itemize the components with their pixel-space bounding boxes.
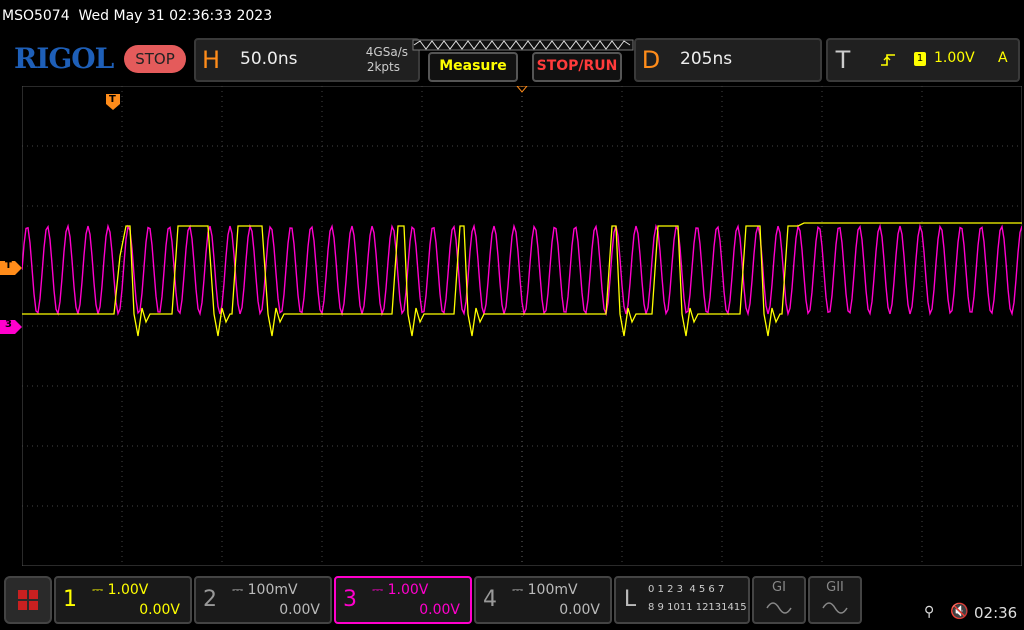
date-time: Wed May 31 02:36:33 2023 <box>78 8 273 24</box>
logic-letter: L <box>623 587 637 612</box>
grid-and-traces <box>21 85 1023 567</box>
trigger-level: 1.00V <box>934 50 975 66</box>
trigger-level-marker[interactable]: T <box>0 260 22 275</box>
model-name: MSO5074 <box>2 8 70 24</box>
channel-2-box[interactable]: 2 ⎓ 100mV 0.00V <box>194 576 332 624</box>
trigger-panel[interactable]: T 1 1.00V A <box>826 38 1020 82</box>
speaker-muted-icon[interactable]: 🔇 <box>950 602 969 620</box>
menu-grid-icon <box>18 590 38 610</box>
delay-letter: D <box>641 46 661 74</box>
channel-3-offset: 0.00V <box>419 602 460 618</box>
channel-3-number: 3 <box>343 587 357 612</box>
channel-4-scale: ⎓ 100mV <box>512 582 578 598</box>
waveform-overview <box>412 36 634 51</box>
trigger-channel-badge: 1 <box>914 52 926 66</box>
generator-1-button[interactable]: GI <box>752 576 806 624</box>
channel-1-offset: 0.00V <box>139 602 180 618</box>
generator-2-button[interactable]: GII <box>808 576 862 624</box>
trigger-letter: T <box>835 46 851 74</box>
horizontal-letter: H <box>201 46 221 74</box>
trigger-time-marker: T <box>106 94 120 110</box>
delay-panel[interactable]: D 205ns <box>634 38 822 82</box>
channel-4-number: 4 <box>483 587 497 612</box>
rising-edge-icon <box>881 54 895 66</box>
generator-2-label: GII <box>826 580 844 595</box>
channel-4-box[interactable]: 4 ⎓ 100mV 0.00V <box>474 576 612 624</box>
memory-depth: 2kpts <box>366 60 400 74</box>
logic-row-1: 0 1 2 3 4 5 6 7 <box>648 584 725 595</box>
sine-wave-icon <box>766 602 792 614</box>
channel-2-number: 2 <box>203 587 217 612</box>
waveform-display[interactable] <box>21 85 1023 567</box>
logic-channels-box[interactable]: L 0 1 2 3 4 5 6 7 8 9 1011 12131415 <box>614 576 750 624</box>
trigger-mode: A <box>998 50 1008 66</box>
clock-time: 02:36 <box>974 604 1018 622</box>
ch3-offset-marker[interactable]: 3 <box>0 319 22 334</box>
logic-row-2: 8 9 1011 12131415 <box>648 602 747 613</box>
channel-3-box[interactable]: 3 ⎓ 1.00V 0.00V <box>334 576 472 624</box>
top-bar: RIGOL STOP H 50.0ns 4GSa/s 2kpts Measure… <box>0 34 1024 84</box>
horizontal-panel[interactable]: H 50.0ns 4GSa/s 2kpts <box>194 38 420 82</box>
channel-3-scale: ⎓ 1.00V <box>372 582 429 598</box>
channel-2-scale: ⎓ 100mV <box>232 582 298 598</box>
delay-value: 205ns <box>680 49 733 69</box>
sine-wave-icon <box>822 602 848 614</box>
channel-1-box[interactable]: 1 ⎓ 1.00V 0.00V <box>54 576 192 624</box>
channel-1-number: 1 <box>63 587 77 612</box>
title-bar: MSO5074 Wed May 31 02:36:33 2023 <box>0 0 1024 32</box>
overview-strip <box>412 39 634 51</box>
channel-2-offset: 0.00V <box>279 602 320 618</box>
usb-icon: ⚲ <box>924 604 935 620</box>
measure-button[interactable]: Measure <box>428 52 518 82</box>
channel-4-offset: 0.00V <box>559 602 600 618</box>
sample-rate: 4GSa/s <box>365 45 408 59</box>
stop-run-button[interactable]: STOP/RUN <box>532 52 622 82</box>
generator-1-label: GI <box>772 580 786 595</box>
run-state-badge[interactable]: STOP <box>124 45 186 73</box>
timebase-value: 50.0ns <box>240 49 298 69</box>
channel-1-scale: ⎓ 1.00V <box>92 582 149 598</box>
rigol-logo: RIGOL <box>14 42 114 75</box>
home-menu-button[interactable] <box>4 576 52 624</box>
